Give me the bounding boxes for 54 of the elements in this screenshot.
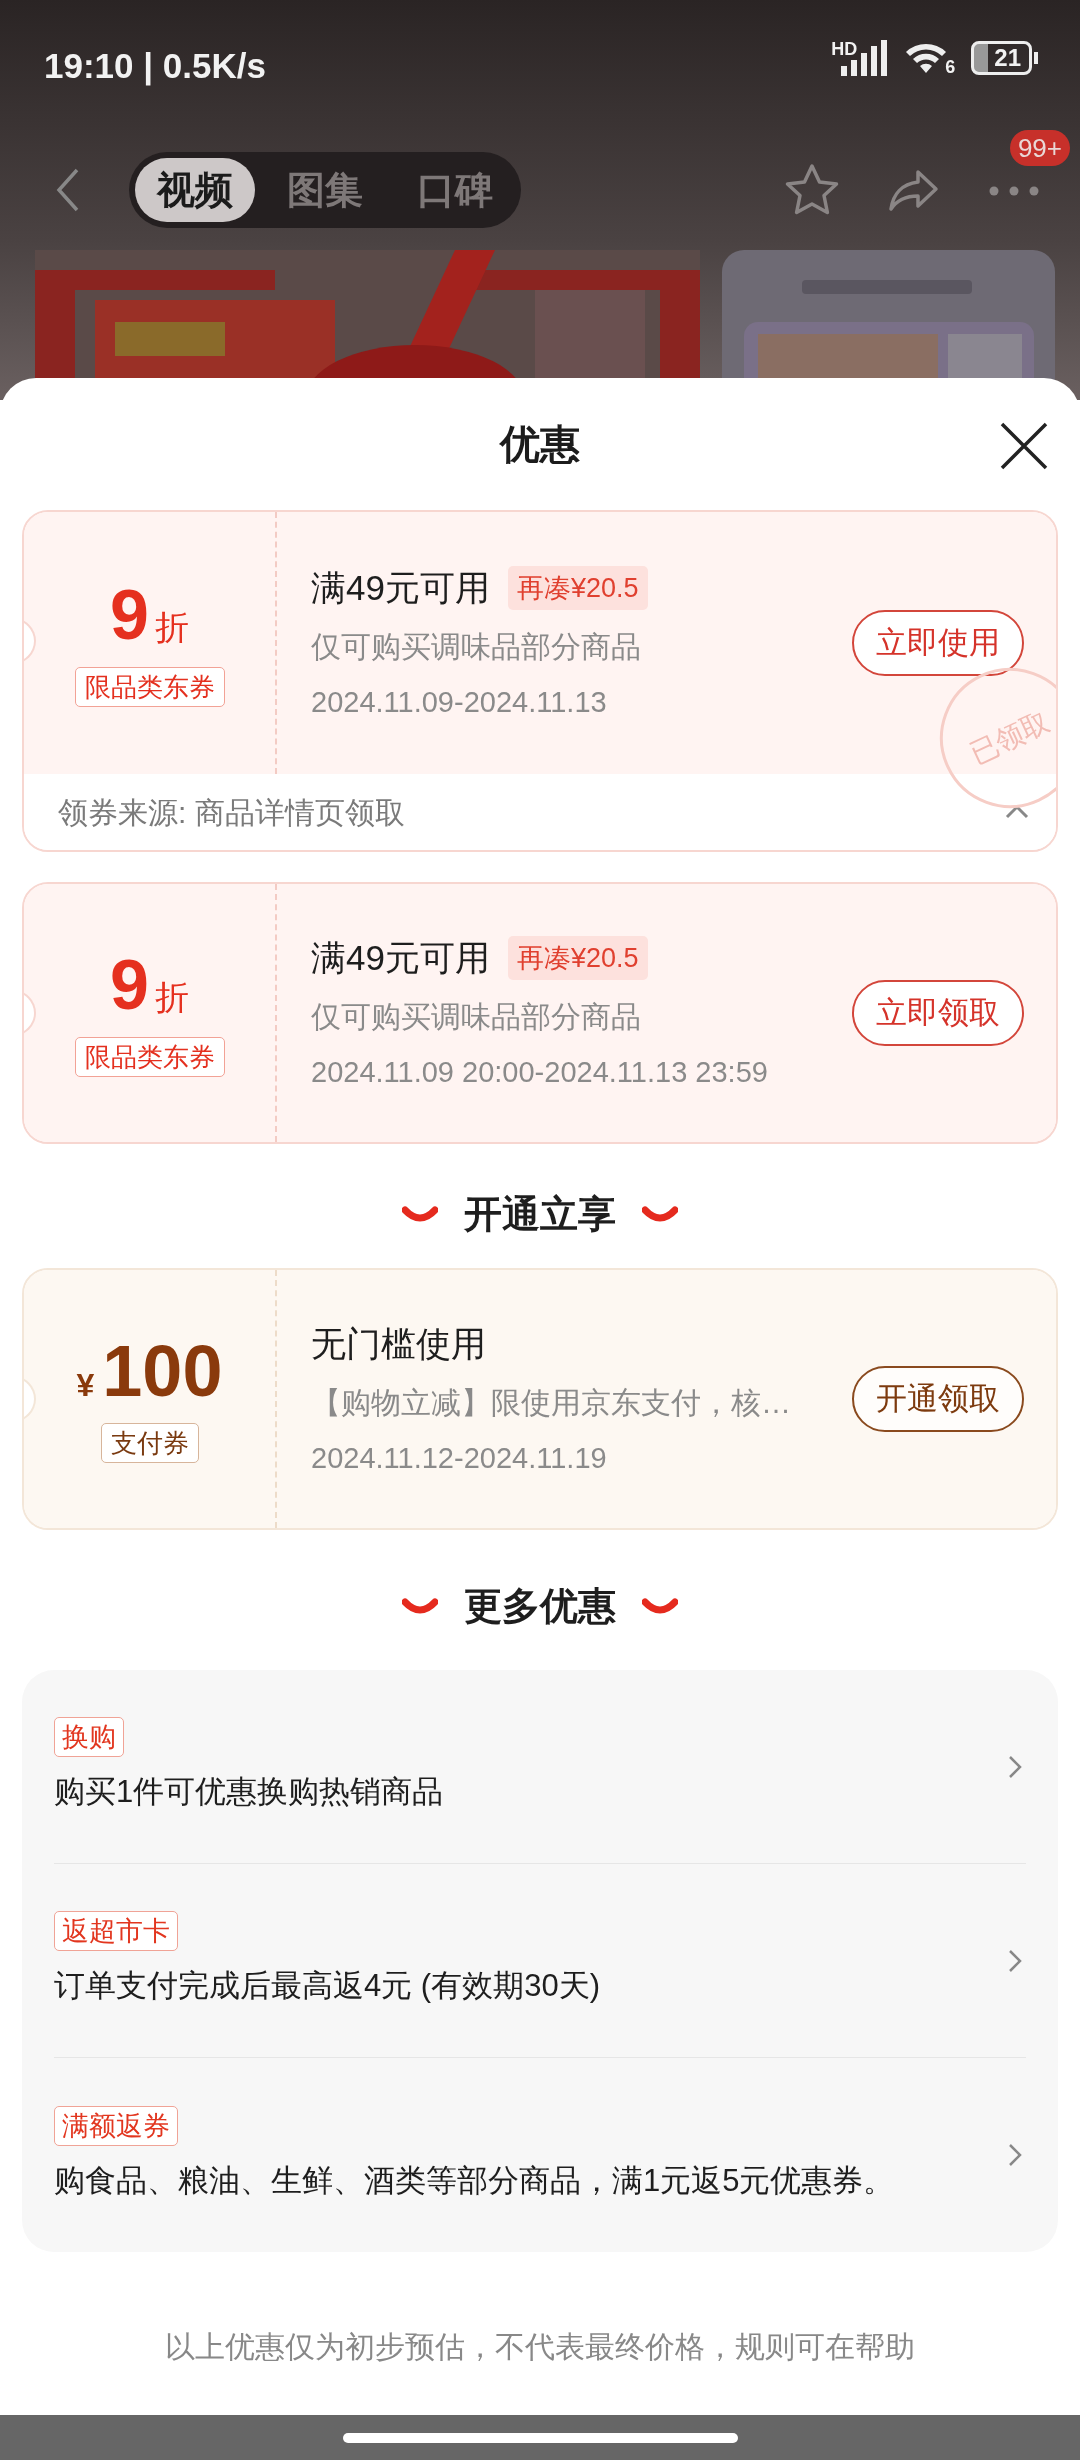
chevron-right-icon[interactable] — [1008, 1754, 1022, 1779]
home-indicator[interactable] — [342, 2432, 738, 2443]
currency-symbol: ¥ — [76, 1366, 95, 1405]
smile-icon — [402, 1205, 438, 1223]
offer-text: 购买1件可优惠换购热销商品 — [54, 1773, 444, 1812]
coupon-action-button[interactable]: 立即使用 — [852, 609, 1024, 677]
coupon-value: 9 — [110, 579, 149, 650]
coupon-action-button[interactable]: 立即领取 — [852, 979, 1024, 1047]
coupon-validity: 2024.11.09 20:00-2024.11.13 23:59 — [311, 1055, 769, 1090]
more-icon[interactable] — [988, 184, 1040, 197]
coupon-type-tag: 限品类东券 — [74, 1036, 225, 1077]
coupon-value: 100 — [102, 1335, 223, 1407]
coupon-condition: 满49元可用 — [311, 566, 490, 609]
offer-tag: 满额返券 — [54, 2105, 178, 2146]
offer-tag: 换购 — [54, 1717, 124, 1758]
network-label: HD — [831, 40, 858, 58]
section-title: 更多优惠 — [464, 1583, 616, 1629]
smile-icon — [642, 1205, 678, 1223]
star-icon[interactable] — [784, 163, 840, 217]
smile-icon — [642, 1597, 678, 1615]
coupon-description: 仅可购买调味品部分商品 — [311, 629, 642, 665]
coupon-validity: 2024.11.12-2024.11.19 — [311, 1441, 608, 1476]
share-icon[interactable] — [888, 168, 940, 212]
footer-note: 以上优惠仅为初步预估，不代表最终价格，规则可在帮助 — [164, 2329, 916, 2365]
offer-text: 订单支付完成后最高返4元 (有效期30天) — [54, 1967, 600, 2006]
coupon-condition: 无门槛使用 — [311, 1322, 486, 1365]
offer-tag: 返超市卡 — [54, 1911, 178, 1952]
shortfall-tag: 再凑¥20.5 — [507, 935, 648, 980]
count-badge: 99+ — [1009, 130, 1070, 166]
chevron-right-icon[interactable] — [1008, 1948, 1022, 1973]
coupon-description: 【购物立减】限使用京东支付，核… — [311, 1385, 792, 1421]
tab[interactable]: 口碑 — [395, 158, 515, 222]
discount-unit: 折 — [154, 976, 189, 1018]
smile-icon — [402, 1597, 438, 1615]
offer-text: 购食品、粮油、生鲜、酒类等部分商品，满1元返5元优惠券。 — [54, 2161, 895, 2200]
shortfall-tag: 再凑¥20.5 — [507, 565, 648, 610]
wifi-label: 6 — [945, 58, 956, 76]
section-title: 开通立享 — [464, 1191, 616, 1237]
coupon-source: 领券来源: 商品详情页领取 — [58, 794, 405, 831]
coupon-validity: 2024.11.09-2024.11.13 — [311, 685, 608, 720]
coupon-value: 9 — [110, 949, 149, 1020]
back-icon[interactable] — [55, 167, 81, 213]
battery-level: 21 — [971, 41, 1032, 75]
tab[interactable]: 视频 — [135, 158, 255, 222]
sheet-title: 优惠 — [500, 421, 580, 468]
chevron-right-icon[interactable] — [1008, 2143, 1022, 2167]
coupon-description: 仅可购买调味品部分商品 — [311, 999, 642, 1035]
coupon-condition: 满49元可用 — [311, 936, 490, 979]
coupon-type-tag: 支付券 — [100, 1423, 199, 1463]
coupon-type-tag: 限品类东券 — [74, 666, 225, 707]
status-time: 19:10 | 0.5K/s — [44, 45, 266, 88]
coupon-action-button[interactable]: 开通领取 — [852, 1365, 1024, 1433]
discount-unit: 折 — [154, 606, 189, 648]
tab[interactable]: 图集 — [265, 158, 385, 222]
